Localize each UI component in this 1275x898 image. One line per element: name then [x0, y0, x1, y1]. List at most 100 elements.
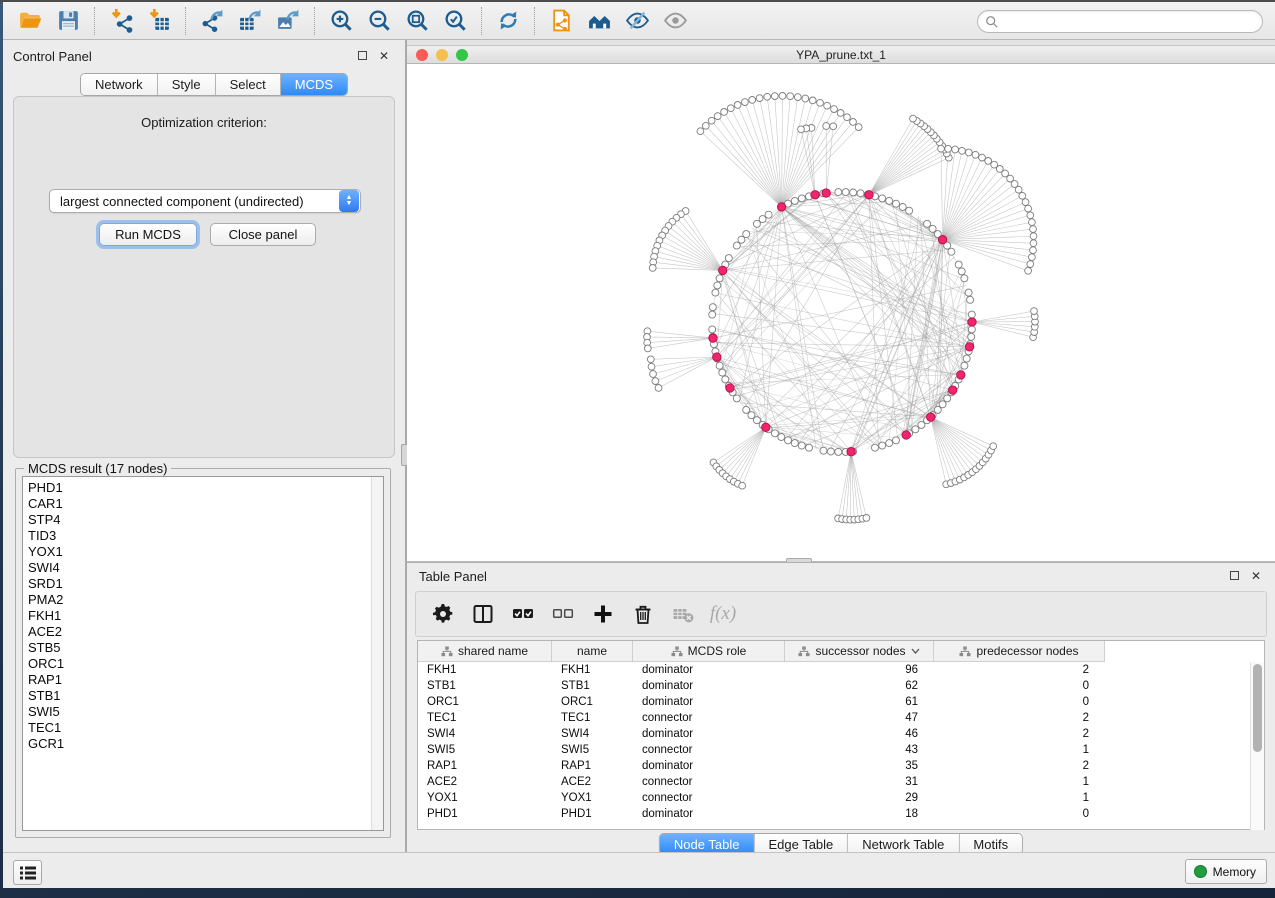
search-input[interactable] [999, 11, 1262, 32]
column-header-successor-nodes[interactable]: successor nodes [785, 641, 934, 662]
cell-MCDS-role: connector [633, 792, 785, 804]
close-panel-icon[interactable]: ✕ [377, 49, 391, 63]
mcds-result-item[interactable]: STB5 [23, 640, 383, 656]
import-network-button[interactable] [102, 5, 140, 37]
cell-shared-name: YOX1 [418, 792, 552, 804]
float-table-panel-icon[interactable] [1227, 569, 1241, 583]
hide-selected-button[interactable] [618, 5, 656, 37]
memory-button[interactable]: Memory [1185, 859, 1267, 884]
close-panel-button[interactable]: Close panel [210, 223, 316, 246]
network-view-region: YPA_prune.txt_1 [407, 40, 1275, 562]
mcds-result-item[interactable]: GCR1 [23, 736, 383, 752]
mcds-result-list[interactable]: PHD1CAR1STP4TID3YOX1SWI4SRD1PMA2FKH1ACE2… [22, 476, 384, 831]
cell-predecessor-nodes: 2 [934, 712, 1105, 724]
export-image-button[interactable] [269, 5, 307, 37]
table-panel: Table Panel ✕ f(x) shared namenameMCDS r… [407, 562, 1275, 852]
deselect-all-button[interactable] [550, 601, 576, 627]
mcds-result-item[interactable]: TID3 [23, 528, 383, 544]
table-row[interactable]: SWI4SWI4dominator462 [418, 726, 1264, 742]
table-row[interactable]: SWI5SWI5connector431 [418, 742, 1264, 758]
close-table-panel-icon[interactable]: ✕ [1249, 569, 1263, 583]
destroy-table-icon [671, 602, 695, 626]
network-canvas[interactable] [407, 64, 1275, 562]
mcds-result-item[interactable]: STB1 [23, 688, 383, 704]
export-table-button[interactable] [231, 5, 269, 37]
table-row[interactable]: RAP1RAP1dominator352 [418, 758, 1264, 774]
share-document-button[interactable] [542, 5, 580, 37]
tab-mcds[interactable]: MCDS [281, 74, 347, 95]
save-button[interactable] [49, 5, 87, 37]
settings-button[interactable] [430, 601, 456, 627]
show-all-button[interactable] [656, 5, 694, 37]
status-bar: Memory [3, 852, 1275, 888]
mcds-result-item[interactable]: ACE2 [23, 624, 383, 640]
add-button[interactable] [590, 601, 616, 627]
tab-motifs[interactable]: Motifs [959, 834, 1022, 854]
refresh-button[interactable] [489, 5, 527, 37]
table-row[interactable]: STB1STB1dominator620 [418, 678, 1264, 694]
mcds-tab-content: Optimization criterion: largest connecte… [13, 96, 395, 458]
mcds-result-item[interactable]: CAR1 [23, 496, 383, 512]
zoom-selected-button[interactable] [436, 5, 474, 37]
import-table-icon [147, 8, 172, 33]
mcds-result-item[interactable]: PHD1 [23, 480, 383, 496]
mcds-result-item[interactable]: SRD1 [23, 576, 383, 592]
cell-name: FKH1 [552, 664, 633, 676]
float-panel-icon[interactable] [355, 49, 369, 63]
open-button[interactable] [11, 5, 49, 37]
cell-name: SWI5 [552, 744, 633, 756]
select-all-button[interactable] [510, 601, 536, 627]
export-network-button[interactable] [193, 5, 231, 37]
column-header-name[interactable]: name [552, 641, 633, 662]
table-row[interactable]: ORC1ORC1dominator610 [418, 694, 1264, 710]
table-scrollbar[interactable] [1250, 662, 1264, 830]
tab-network[interactable]: Network [81, 74, 158, 95]
table-scrollbar-thumb[interactable] [1253, 664, 1262, 752]
tab-network-table[interactable]: Network Table [848, 834, 959, 854]
tab-edge-table[interactable]: Edge Table [754, 834, 848, 854]
table-header-row: shared namenameMCDS rolesuccessor nodesp… [418, 641, 1105, 662]
mcds-result-item[interactable]: SWI4 [23, 560, 383, 576]
mcds-result-item[interactable]: ORC1 [23, 656, 383, 672]
tab-select[interactable]: Select [216, 74, 281, 95]
cell-name: ORC1 [552, 696, 633, 708]
table-row[interactable]: PHD1PHD1dominator180 [418, 806, 1264, 822]
zoom-in-button[interactable] [322, 5, 360, 37]
cell-name: YOX1 [552, 792, 633, 804]
column-header-predecessor-nodes[interactable]: predecessor nodes [934, 641, 1105, 662]
cell-MCDS-role: dominator [633, 760, 785, 772]
mcds-result-item[interactable]: TEC1 [23, 720, 383, 736]
network-window-titlebar[interactable]: YPA_prune.txt_1 [407, 45, 1275, 64]
cell-shared-name: SWI5 [418, 744, 552, 756]
list-scrollbar[interactable] [371, 477, 383, 830]
mcds-result-item[interactable]: FKH1 [23, 608, 383, 624]
import-table-button[interactable] [140, 5, 178, 37]
column-header-shared-name[interactable]: shared name [418, 641, 552, 662]
tab-node-table[interactable]: Node Table [660, 834, 755, 854]
network-title: YPA_prune.txt_1 [407, 48, 1275, 62]
mcds-result-item[interactable]: SWI5 [23, 704, 383, 720]
home-button[interactable] [580, 5, 618, 37]
mcds-result-item[interactable]: YOX1 [23, 544, 383, 560]
hide-selected-icon [625, 8, 650, 33]
mcds-result-item[interactable]: RAP1 [23, 672, 383, 688]
table-row[interactable]: ACE2ACE2connector311 [418, 774, 1264, 790]
delete-icon [631, 602, 655, 626]
table-row[interactable]: YOX1YOX1connector291 [418, 790, 1264, 806]
zoom-out-button[interactable] [360, 5, 398, 37]
mcds-result-item[interactable]: PMA2 [23, 592, 383, 608]
tab-style[interactable]: Style [158, 74, 216, 95]
run-mcds-button[interactable]: Run MCDS [99, 223, 197, 246]
table-row[interactable]: FKH1FKH1dominator962 [418, 662, 1264, 678]
criterion-select[interactable]: largest connected component (undirected)… [49, 189, 361, 213]
mcds-result-fieldset: MCDS result (17 nodes) PHD1CAR1STP4TID3Y… [15, 468, 391, 838]
table-row[interactable]: TEC1TEC1connector472 [418, 710, 1264, 726]
node-table: shared namenameMCDS rolesuccessor nodesp… [417, 640, 1265, 830]
columns-button[interactable] [470, 601, 496, 627]
column-header-MCDS-role[interactable]: MCDS role [633, 641, 785, 662]
toolbar-separator [534, 7, 535, 35]
delete-button[interactable] [630, 601, 656, 627]
mcds-result-item[interactable]: STP4 [23, 512, 383, 528]
task-history-button[interactable] [13, 860, 42, 885]
zoom-fit-button[interactable] [398, 5, 436, 37]
